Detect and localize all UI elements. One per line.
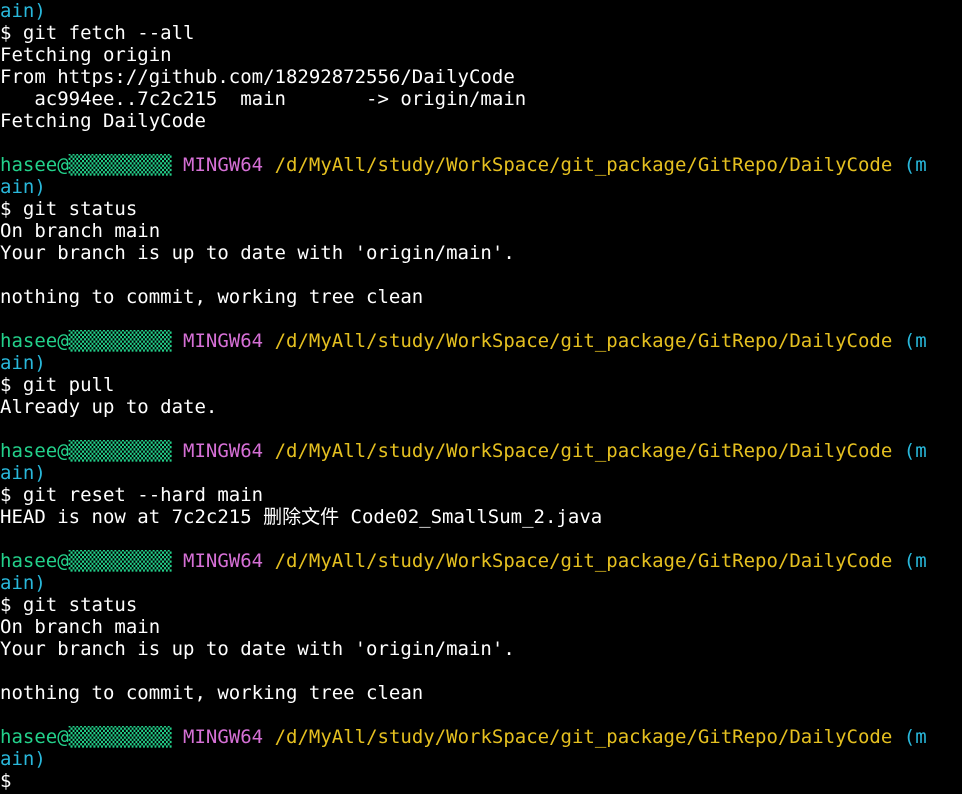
output-text: ac994ee..7c2c215 main -> origin/main: [0, 88, 527, 110]
command-text: $ git pull: [0, 374, 115, 396]
prompt-dollar: $: [0, 770, 12, 792]
prompt-shell: MINGW64: [183, 726, 264, 748]
prompt-branch-wrap: ain): [0, 572, 962, 594]
text-cursor[interactable]: [11, 771, 21, 790]
command-text: $ git reset --hard main: [0, 484, 264, 506]
command-text: $ git status: [0, 198, 138, 220]
output-line: On branch main: [0, 220, 962, 242]
prompt-branch-wrap: ain): [0, 176, 962, 198]
prompt-user-host: hasee@▒▒▒▒▒▒▒▒▒: [0, 440, 172, 462]
command-line: $ git reset --hard main: [0, 484, 962, 506]
prompt-branch-wrap: ain): [0, 352, 962, 374]
prompt-path: /d/MyAll/study/WorkSpace/git_package/Git…: [274, 550, 893, 572]
prompt-user-host: hasee@▒▒▒▒▒▒▒▒▒: [0, 550, 172, 572]
command-input-line[interactable]: $: [0, 770, 962, 792]
output-text: Your branch is up to date with 'origin/m…: [0, 242, 515, 264]
prompt-line: hasee@▒▒▒▒▒▒▒▒▒ MINGW64 /d/MyAll/study/W…: [0, 440, 962, 462]
prompt-branch-wrap: ain): [0, 0, 962, 22]
output-line: nothing to commit, working tree clean: [0, 286, 962, 308]
prompt-path: /d/MyAll/study/WorkSpace/git_package/Git…: [274, 330, 893, 352]
output-line: nothing to commit, working tree clean: [0, 682, 962, 704]
prompt-line: hasee@▒▒▒▒▒▒▒▒▒ MINGW64 /d/MyAll/study/W…: [0, 550, 962, 572]
prompt-path: /d/MyAll/study/WorkSpace/git_package/Git…: [274, 154, 893, 176]
prompt-user-host: hasee@▒▒▒▒▒▒▒▒▒: [0, 154, 172, 176]
output-text: Your branch is up to date with 'origin/m…: [0, 638, 515, 660]
prompt-shell: MINGW64: [183, 440, 264, 462]
output-text: On branch main: [0, 220, 161, 242]
prompt-user-host: hasee@▒▒▒▒▒▒▒▒▒: [0, 726, 172, 748]
prompt-branch-tail: ain): [0, 352, 46, 374]
output-line: On branch main: [0, 616, 962, 638]
terminal-window[interactable]: ain) $ git fetch --all Fetching origin From…: [0, 0, 962, 794]
prompt-branch-wrap: ain): [0, 748, 962, 770]
command-text: $ git fetch --all: [0, 22, 195, 44]
prompt-shell: MINGW64: [183, 550, 264, 572]
output-line: Fetching origin: [0, 44, 962, 66]
prompt-branch-tail: ain): [0, 0, 46, 22]
prompt-branch: (m: [903, 330, 927, 352]
output-line: HEAD is now at 7c2c215 删除文件 Code02_Small…: [0, 506, 962, 528]
prompt-branch-tail: ain): [0, 462, 46, 484]
prompt-line: hasee@▒▒▒▒▒▒▒▒▒ MINGW64 /d/MyAll/study/W…: [0, 726, 962, 748]
output-line: Already up to date.: [0, 396, 962, 418]
output-text: On branch main: [0, 616, 161, 638]
prompt-branch-wrap: ain): [0, 462, 962, 484]
prompt-path: /d/MyAll/study/WorkSpace/git_package/Git…: [274, 440, 893, 462]
output-text: Already up to date.: [0, 396, 218, 418]
prompt-shell: MINGW64: [183, 154, 264, 176]
command-line: $ git status: [0, 594, 962, 616]
prompt-user-host: hasee@▒▒▒▒▒▒▒▒▒: [0, 330, 172, 352]
prompt-branch: (m: [903, 154, 927, 176]
prompt-path: /d/MyAll/study/WorkSpace/git_package/Git…: [274, 726, 893, 748]
output-text: Fetching origin: [0, 44, 172, 66]
command-line: $ git status: [0, 198, 962, 220]
prompt-branch: (m: [903, 726, 927, 748]
prompt-line: hasee@▒▒▒▒▒▒▒▒▒ MINGW64 /d/MyAll/study/W…: [0, 154, 962, 176]
command-line: $ git fetch --all: [0, 22, 962, 44]
prompt-branch-tail: ain): [0, 176, 46, 198]
output-line: From https://github.com/18292872556/Dail…: [0, 66, 962, 88]
output-line: ac994ee..7c2c215 main -> origin/main: [0, 88, 962, 110]
output-line: Your branch is up to date with 'origin/m…: [0, 242, 962, 264]
output-line: Fetching DailyCode: [0, 110, 962, 132]
prompt-shell: MINGW64: [183, 330, 264, 352]
output-text: Fetching DailyCode: [0, 110, 206, 132]
prompt-branch: (m: [903, 550, 927, 572]
command-text: $ git status: [0, 594, 138, 616]
prompt-branch-tail: ain): [0, 572, 46, 594]
output-text: nothing to commit, working tree clean: [0, 286, 424, 308]
output-text: nothing to commit, working tree clean: [0, 682, 424, 704]
output-line: Your branch is up to date with 'origin/m…: [0, 638, 962, 660]
prompt-branch: (m: [903, 440, 927, 462]
prompt-line: hasee@▒▒▒▒▒▒▒▒▒ MINGW64 /d/MyAll/study/W…: [0, 330, 962, 352]
output-text: From https://github.com/18292872556/Dail…: [0, 66, 515, 88]
command-line: $ git pull: [0, 374, 962, 396]
output-text: HEAD is now at 7c2c215 删除文件 Code02_Small…: [0, 506, 603, 528]
prompt-branch-tail: ain): [0, 748, 46, 770]
